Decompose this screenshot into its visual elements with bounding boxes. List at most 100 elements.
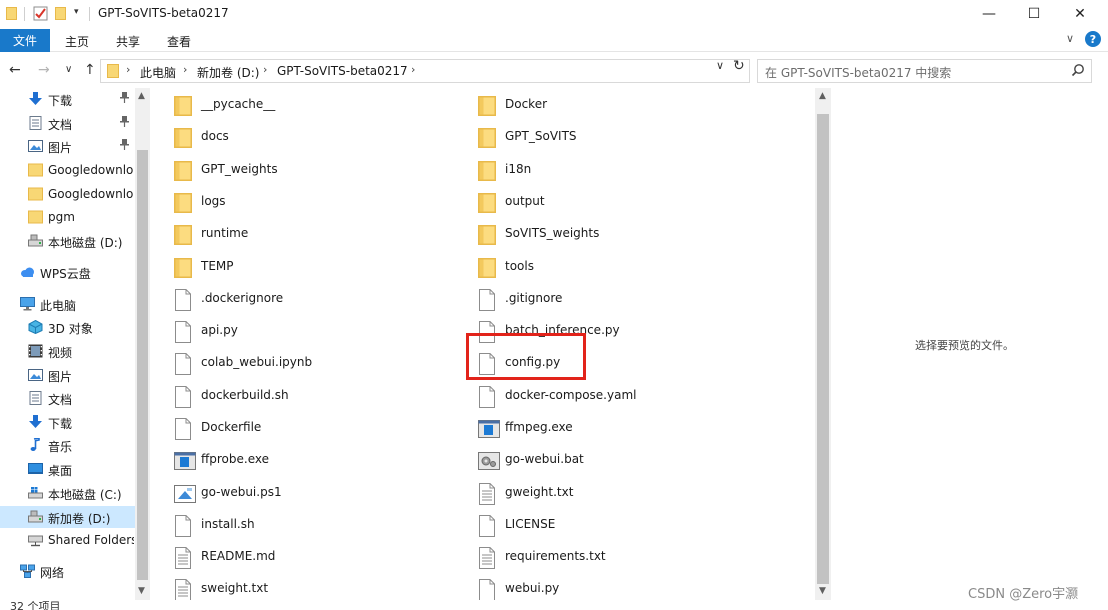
- sidebar-item[interactable]: 新加卷 (D:): [0, 506, 135, 528]
- file-item[interactable]: gweight.txt: [454, 478, 744, 508]
- folder-item[interactable]: tools: [454, 252, 744, 282]
- new-folder-icon[interactable]: [55, 7, 66, 20]
- folder-item[interactable]: Docker: [454, 90, 744, 120]
- tab-home[interactable]: 主页: [65, 33, 89, 50]
- folder-item[interactable]: SoVITS_weights: [454, 219, 744, 249]
- address-history-dropdown[interactable]: ∨: [716, 59, 724, 72]
- sidebar-item[interactable]: 3D 对象: [0, 316, 135, 338]
- sidebar-item[interactable]: Shared Folders: [0, 529, 135, 551]
- scroll-down-arrow[interactable]: ▼: [138, 586, 145, 596]
- file-item[interactable]: ffprobe.exe: [150, 445, 440, 475]
- file-name: Docker: [505, 97, 548, 111]
- navigation-pane-scrollbar[interactable]: ▲ ▼: [135, 88, 150, 600]
- sidebar-item[interactable]: 本地磁盘 (C:): [0, 482, 135, 504]
- file-item[interactable]: dockerbuild.sh: [150, 381, 440, 411]
- sidebar-item[interactable]: 此电脑: [0, 293, 135, 315]
- folder-item[interactable]: output: [454, 187, 744, 217]
- folder-item[interactable]: runtime: [150, 219, 440, 249]
- up-button[interactable]: ↑: [84, 62, 96, 78]
- sidebar-item[interactable]: 音乐: [0, 434, 135, 456]
- folder-item[interactable]: GPT_weights: [150, 155, 440, 185]
- folder-item[interactable]: __pycache__: [150, 90, 440, 120]
- file-name: requirements.txt: [505, 549, 606, 563]
- search-input[interactable]: 在 GPT-SoVITS-beta0217 中搜索: [757, 59, 1092, 83]
- file-icon: [174, 353, 192, 375]
- file-item[interactable]: docker-compose.yaml: [454, 381, 744, 411]
- breadcrumb-separator[interactable]: ›: [411, 63, 415, 76]
- sidebar-item[interactable]: 本地磁盘 (D:): [0, 230, 135, 252]
- file-item[interactable]: go-webui.bat: [454, 445, 744, 475]
- sidebar-item[interactable]: 图片: [0, 135, 135, 157]
- tab-file[interactable]: 文件: [0, 29, 50, 52]
- breadcrumb-current-folder[interactable]: GPT-SoVITS-beta0217: [277, 64, 408, 78]
- file-item[interactable]: go-webui.ps1: [150, 478, 440, 508]
- breadcrumb-this-pc[interactable]: 此电脑: [140, 64, 176, 81]
- search-icon[interactable]: [1071, 63, 1085, 77]
- file-icon: [478, 386, 496, 408]
- sidebar-item[interactable]: 视频: [0, 340, 135, 362]
- sidebar-item[interactable]: 下载: [0, 88, 135, 110]
- back-button[interactable]: ←: [9, 62, 21, 78]
- highlight-annotation-box: [466, 333, 586, 380]
- computer-icon: [20, 297, 35, 311]
- sidebar-item-label: Shared Folders: [48, 533, 134, 547]
- file-item[interactable]: Dockerfile: [150, 413, 440, 443]
- sidebar-item[interactable]: WPS云盘: [0, 261, 135, 283]
- scrollbar-thumb[interactable]: [817, 114, 829, 584]
- text-file-icon: [174, 547, 192, 569]
- folder-icon: [478, 160, 496, 182]
- watermark: CSDN @Zero宇灏: [968, 587, 1079, 602]
- sidebar-item-label: 图片: [48, 370, 73, 384]
- sidebar-item[interactable]: 网络: [0, 560, 135, 582]
- sidebar-item[interactable]: Googledownlo: [0, 183, 135, 205]
- properties-check-icon[interactable]: [33, 6, 48, 21]
- address-bar[interactable]: › 此电脑 › 新加卷 (D:) › GPT-SoVITS-beta0217 ›: [100, 59, 750, 83]
- folder-item[interactable]: logs: [150, 187, 440, 217]
- file-item[interactable]: api.py: [150, 316, 440, 346]
- file-item[interactable]: ffmpeg.exe: [454, 413, 744, 443]
- recent-locations-button[interactable]: ∨: [65, 64, 72, 75]
- maximize-button[interactable]: ☐: [1011, 0, 1057, 28]
- breadcrumb-separator[interactable]: ›: [183, 63, 187, 76]
- minimize-button[interactable]: —: [966, 0, 1012, 28]
- sidebar-item[interactable]: 桌面: [0, 458, 135, 480]
- file-item[interactable]: colab_webui.ipynb: [150, 348, 440, 378]
- sidebar-item[interactable]: 下载: [0, 411, 135, 433]
- sidebar-item[interactable]: 文档: [0, 387, 135, 409]
- breadcrumb-separator[interactable]: ›: [263, 63, 267, 76]
- file-item[interactable]: README.md: [150, 542, 440, 572]
- scroll-down-arrow[interactable]: ▼: [819, 586, 826, 596]
- navigation-pane: 下载 文档 图片 Googledownlo Googledownlo pgm 本地磁盘 (D…: [0, 88, 150, 600]
- text-file-icon: [478, 483, 496, 505]
- file-item[interactable]: .gitignore: [454, 284, 744, 314]
- folder-item[interactable]: TEMP: [150, 252, 440, 282]
- folder-item[interactable]: docs: [150, 122, 440, 152]
- scrollbar-thumb[interactable]: [137, 150, 148, 580]
- batch-file-icon: [478, 450, 500, 472]
- tab-share[interactable]: 共享: [116, 33, 140, 50]
- expand-ribbon-icon[interactable]: ∨: [1066, 32, 1074, 45]
- refresh-button[interactable]: ↻: [733, 58, 745, 74]
- file-name: TEMP: [201, 259, 234, 273]
- tab-view[interactable]: 查看: [167, 33, 191, 50]
- file-item[interactable]: requirements.txt: [454, 542, 744, 572]
- folder-item[interactable]: i18n: [454, 155, 744, 185]
- sidebar-item[interactable]: 图片: [0, 364, 135, 386]
- file-item[interactable]: install.sh: [150, 510, 440, 540]
- forward-button[interactable]: →: [38, 62, 50, 78]
- customize-toolbar-icon[interactable]: ▾: [74, 7, 79, 17]
- file-name: GPT_SoVITS: [505, 129, 577, 143]
- folder-item[interactable]: GPT_SoVITS: [454, 122, 744, 152]
- breadcrumb-drive-d[interactable]: 新加卷 (D:): [197, 64, 259, 81]
- file-item[interactable]: .dockerignore: [150, 284, 440, 314]
- scroll-up-arrow[interactable]: ▲: [138, 91, 145, 101]
- close-button[interactable]: ✕: [1057, 0, 1103, 28]
- scroll-up-arrow[interactable]: ▲: [819, 91, 826, 101]
- help-icon[interactable]: ?: [1085, 31, 1101, 47]
- sidebar-item[interactable]: 文档: [0, 112, 135, 134]
- file-list-scrollbar[interactable]: ▲ ▼: [815, 88, 831, 600]
- sidebar-item[interactable]: Googledownlo: [0, 159, 135, 181]
- breadcrumb-separator[interactable]: ›: [126, 63, 130, 76]
- file-item[interactable]: LICENSE: [454, 510, 744, 540]
- sidebar-item[interactable]: pgm: [0, 206, 135, 228]
